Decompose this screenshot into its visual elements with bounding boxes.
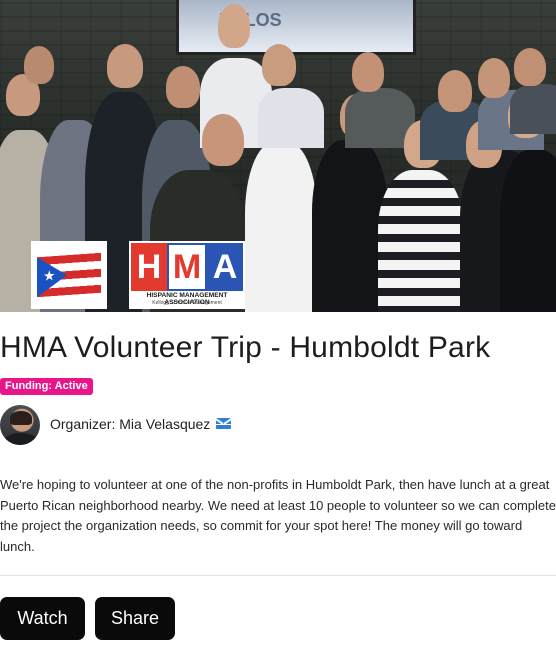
flag-icon: ★ [37,252,101,298]
mail-icon[interactable] [216,418,231,429]
watch-button[interactable]: Watch [0,597,85,640]
hma-logo-letter: A [207,243,243,291]
share-button[interactable]: Share [95,597,175,640]
funding-status-badge: Funding: Active [0,378,93,395]
puerto-rico-flag-logo: ★ [31,241,107,309]
organizer-name: Organizer: Mia Velasquez [50,416,211,432]
hma-logo-school: Kellogg School of Management [152,300,222,306]
page-title: HMA Volunteer Trip - Humboldt Park [0,331,491,364]
divider [0,575,556,576]
tv-screen [176,0,416,55]
hma-logo-letter: M [167,243,207,291]
hma-logo: H M A HISPANIC MANAGEMENT ASSOCIATION Ke… [129,241,245,309]
hero-image: TOLOS ★ H M A HISPANIC MANAGEMENT ASSOCI… [0,0,556,312]
campaign-description: We're hoping to volunteer at one of the … [0,477,556,554]
organizer-avatar [0,405,40,445]
hma-logo-letter: H [131,243,167,291]
